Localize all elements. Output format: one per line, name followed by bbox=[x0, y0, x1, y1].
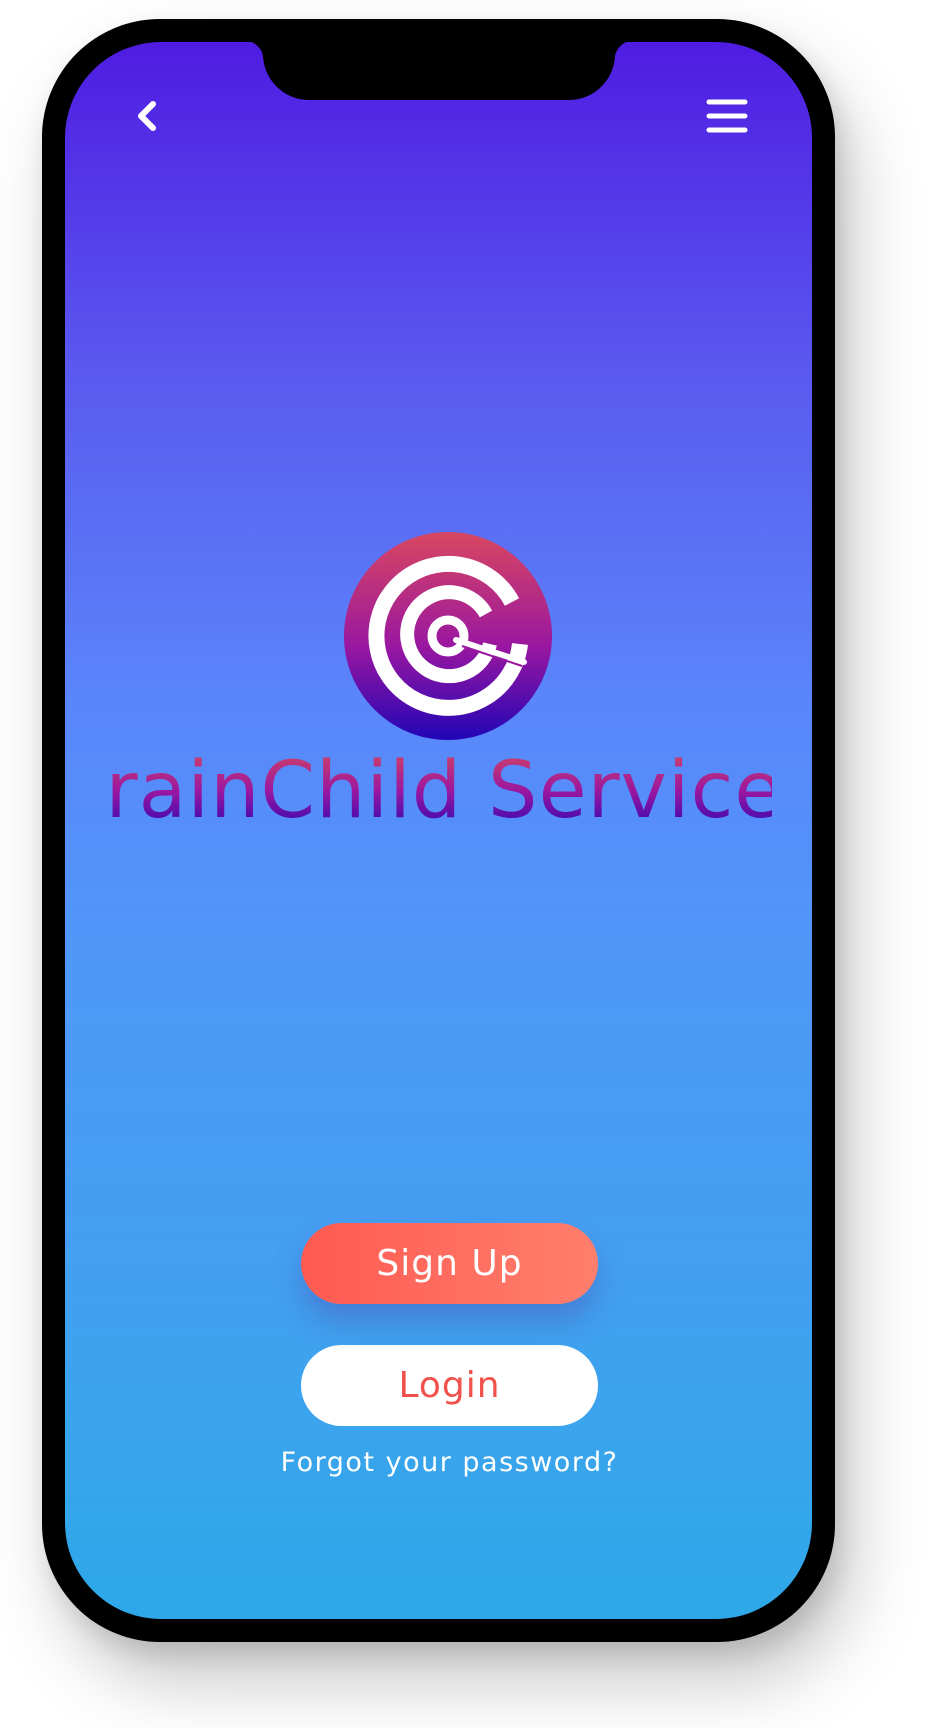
sign-up-button[interactable]: Sign Up bbox=[301, 1223, 598, 1304]
brand-wordmark: BrainChild Services bbox=[105, 746, 772, 836]
chevron-left-icon bbox=[138, 101, 156, 131]
app-screen: BrainChild Services Sign Up Login Forgot… bbox=[65, 42, 812, 1619]
login-button[interactable]: Login bbox=[301, 1345, 598, 1426]
back-button[interactable] bbox=[125, 94, 169, 138]
device-notch bbox=[244, 42, 634, 100]
menu-button[interactable] bbox=[705, 96, 749, 136]
brainchild-logo-icon bbox=[344, 532, 552, 740]
hamburger-menu-icon bbox=[706, 99, 748, 133]
forgot-password-link[interactable]: Forgot your password? bbox=[265, 1447, 634, 1487]
brand-name-text: BrainChild Services bbox=[105, 746, 772, 836]
phone-frame: BrainChild Services Sign Up Login Forgot… bbox=[42, 19, 835, 1642]
